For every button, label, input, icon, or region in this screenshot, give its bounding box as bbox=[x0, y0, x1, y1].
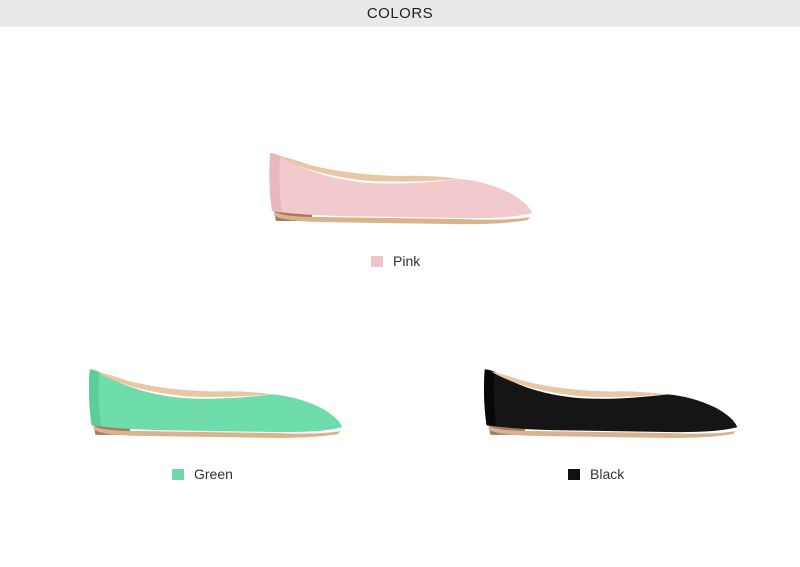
color-label-black: Black bbox=[568, 466, 624, 482]
shoe-image-green bbox=[89, 369, 343, 438]
shoe-upper bbox=[269, 153, 532, 219]
color-name-black: Black bbox=[590, 466, 625, 482]
shoe-upper bbox=[89, 369, 343, 433]
color-name-green: Green bbox=[194, 466, 233, 482]
color-swatch-pink bbox=[371, 255, 383, 267]
color-name-pink: Pink bbox=[393, 253, 421, 269]
color-swatch-black bbox=[568, 468, 580, 480]
shoe-upper bbox=[484, 369, 738, 433]
section-header: COLORS bbox=[0, 0, 800, 27]
color-swatch-green bbox=[172, 468, 184, 480]
product-color-black[interactable]: Black bbox=[475, 360, 745, 490]
product-color-green[interactable]: Green bbox=[80, 360, 350, 490]
shoe-image-pink bbox=[269, 153, 532, 225]
product-color-pink[interactable]: Pink bbox=[260, 145, 540, 275]
color-label-green: Green bbox=[172, 466, 233, 482]
section-title: COLORS bbox=[366, 5, 434, 22]
color-label-pink: Pink bbox=[371, 253, 420, 269]
shoe-image-black bbox=[484, 369, 738, 438]
